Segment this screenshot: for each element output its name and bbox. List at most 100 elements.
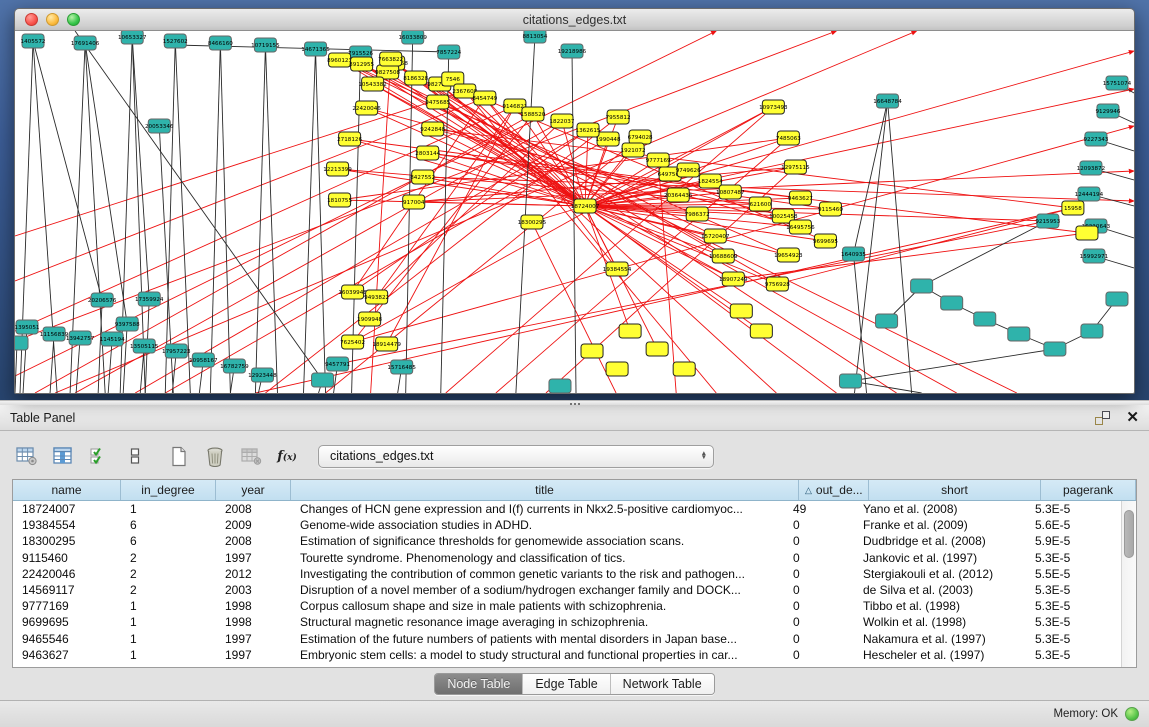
network-view[interactable]: 1405572176914061065332715276028466160107… — [15, 31, 1134, 393]
network-node[interactable]: 8186328 — [403, 71, 428, 85]
network-node[interactable]: 1588520 — [520, 107, 545, 121]
network-node[interactable] — [15, 336, 28, 350]
network-node[interactable]: 1527602 — [163, 34, 188, 48]
column-header-out_degree[interactable]: △out_de... — [799, 480, 869, 500]
cell-pagerank[interactable]: 5.5E-5 — [1026, 567, 1121, 581]
split-pane-divider[interactable] — [0, 400, 1149, 405]
network-node[interactable]: 20364436 — [664, 188, 693, 202]
network-node[interactable] — [1081, 324, 1103, 338]
cell-year[interactable]: 1997 — [216, 551, 291, 565]
network-node[interactable] — [619, 324, 641, 338]
network-node[interactable]: 9749626 — [676, 163, 701, 177]
network-node[interactable] — [1044, 342, 1066, 356]
network-node[interactable]: 15751074 — [1103, 76, 1132, 90]
cell-title[interactable]: Embryonic stem cells: a model to study s… — [291, 648, 784, 662]
column-header-title[interactable]: title — [291, 480, 799, 500]
cell-year[interactable]: 1997 — [216, 648, 291, 662]
column-header-year[interactable]: year — [216, 480, 291, 500]
cell-title[interactable]: Changes of HCN gene expression and I(f) … — [291, 502, 784, 516]
network-node[interactable]: 10688609 — [709, 249, 738, 263]
cell-short[interactable]: Franke et al. (2009) — [854, 518, 1026, 532]
network-node[interactable]: 621600 — [749, 197, 771, 211]
network-node[interactable]: 10973493 — [759, 100, 788, 114]
import-table-button[interactable] — [236, 442, 266, 470]
network-node[interactable]: 6794028 — [628, 130, 653, 144]
cell-name[interactable]: 18724007 — [13, 502, 121, 516]
cell-year[interactable]: 1997 — [216, 632, 291, 646]
cell-name[interactable]: 19384554 — [13, 518, 121, 532]
cell-name[interactable]: 9699695 — [13, 615, 121, 629]
network-node[interactable]: 13942757 — [66, 331, 95, 345]
cell-out_degree[interactable]: 0 — [784, 551, 854, 565]
cell-title[interactable]: Estimation of significance thresholds fo… — [291, 534, 784, 548]
network-node[interactable]: 9397588 — [115, 317, 140, 331]
network-node[interactable]: 12444194 — [1075, 187, 1104, 201]
network-node[interactable]: 7857224 — [436, 45, 461, 59]
cell-short[interactable]: Hescheler et al. (1997) — [854, 648, 1026, 662]
network-node[interactable]: 18300295 — [518, 215, 547, 229]
cell-year[interactable]: 2012 — [216, 567, 291, 581]
network-node[interactable]: 7625402 — [340, 335, 365, 349]
tab-node-table[interactable]: Node Table — [435, 674, 522, 694]
cell-year[interactable]: 2008 — [216, 534, 291, 548]
network-node[interactable]: 10543382 — [358, 77, 387, 91]
table-settings-button[interactable] — [12, 442, 42, 470]
column-header-in_degree[interactable]: in_degree — [121, 480, 216, 500]
network-node[interactable] — [1076, 226, 1098, 240]
select-columns-button[interactable] — [84, 442, 114, 470]
network-node[interactable]: 9215953 — [1035, 214, 1060, 228]
cell-out_degree[interactable]: 49 — [784, 502, 854, 516]
cell-title[interactable]: Structural magnetic resonance image aver… — [291, 615, 784, 629]
network-node[interactable] — [646, 342, 668, 356]
network-node[interactable] — [1106, 292, 1128, 306]
cell-title[interactable]: Tourette syndrome. Phenomenology and cla… — [291, 551, 784, 565]
network-node[interactable] — [730, 304, 752, 318]
network-node[interactable]: 12923448 — [248, 368, 277, 382]
delete-table-button[interactable] — [200, 442, 230, 470]
network-node[interactable]: 15992971 — [1080, 249, 1109, 263]
cell-pagerank[interactable]: 5.3E-5 — [1026, 502, 1121, 516]
network-node[interactable]: 18914479 — [372, 337, 401, 351]
cell-out_degree[interactable]: 0 — [784, 583, 854, 597]
column-header-pagerank[interactable]: pagerank — [1041, 480, 1136, 500]
cell-in_degree[interactable]: 1 — [121, 599, 216, 613]
network-node[interactable]: 2803144 — [415, 146, 440, 160]
network-node[interactable]: 9227343 — [1083, 132, 1108, 146]
scrollbar-thumb[interactable] — [1124, 510, 1134, 558]
cell-out_degree[interactable]: 0 — [784, 518, 854, 532]
network-window-titlebar[interactable]: citations_edges.txt — [15, 9, 1134, 31]
network-node[interactable]: 1395051 — [15, 320, 40, 334]
cell-out_degree[interactable]: 0 — [784, 567, 854, 581]
network-node[interactable]: 10719155 — [251, 38, 280, 52]
column-header-short[interactable]: short — [869, 480, 1041, 500]
network-node[interactable]: 8427552 — [410, 170, 435, 184]
table-row[interactable]: 969969511998Structural magnetic resonanc… — [13, 614, 1121, 630]
network-node[interactable]: 16033809 — [398, 31, 427, 44]
cell-out_degree[interactable]: 0 — [784, 632, 854, 646]
cell-year[interactable]: 2008 — [216, 502, 291, 516]
network-node[interactable]: 17359924 — [135, 292, 164, 306]
table-row[interactable]: 977716911998Corpus callosum shape and si… — [13, 598, 1121, 614]
cell-in_degree[interactable]: 1 — [121, 502, 216, 516]
network-node[interactable]: 11156839 — [40, 327, 69, 341]
network-node[interactable]: 12975115 — [781, 160, 810, 174]
function-builder-button[interactable]: f(x) — [272, 442, 302, 470]
divider-grip-icon[interactable] — [568, 401, 582, 406]
network-node[interactable]: 18724007 — [571, 199, 600, 213]
cell-short[interactable]: Nakamura et al. (1997) — [854, 632, 1026, 646]
network-node[interactable]: 9115460 — [818, 202, 843, 216]
new-table-button[interactable] — [164, 442, 194, 470]
tab-edge-table[interactable]: Edge Table — [522, 674, 609, 694]
network-node[interactable]: 12213399 — [323, 162, 352, 176]
table-row[interactable]: 911546021997Tourette syndrome. Phenomeno… — [13, 550, 1121, 566]
network-node[interactable]: 1909948 — [357, 312, 382, 326]
cell-short[interactable]: Tibbo et al. (1998) — [854, 599, 1026, 613]
close-panel-icon[interactable]: ✕ — [1126, 410, 1139, 425]
network-node[interactable] — [581, 344, 603, 358]
cell-pagerank[interactable]: 5.6E-5 — [1026, 518, 1121, 532]
cell-in_degree[interactable]: 2 — [121, 551, 216, 565]
network-node[interactable]: 917004 — [403, 195, 425, 209]
row-height-button[interactable] — [120, 442, 150, 470]
cell-short[interactable]: Yano et al. (2008) — [854, 502, 1026, 516]
cell-out_degree[interactable]: 0 — [784, 648, 854, 662]
